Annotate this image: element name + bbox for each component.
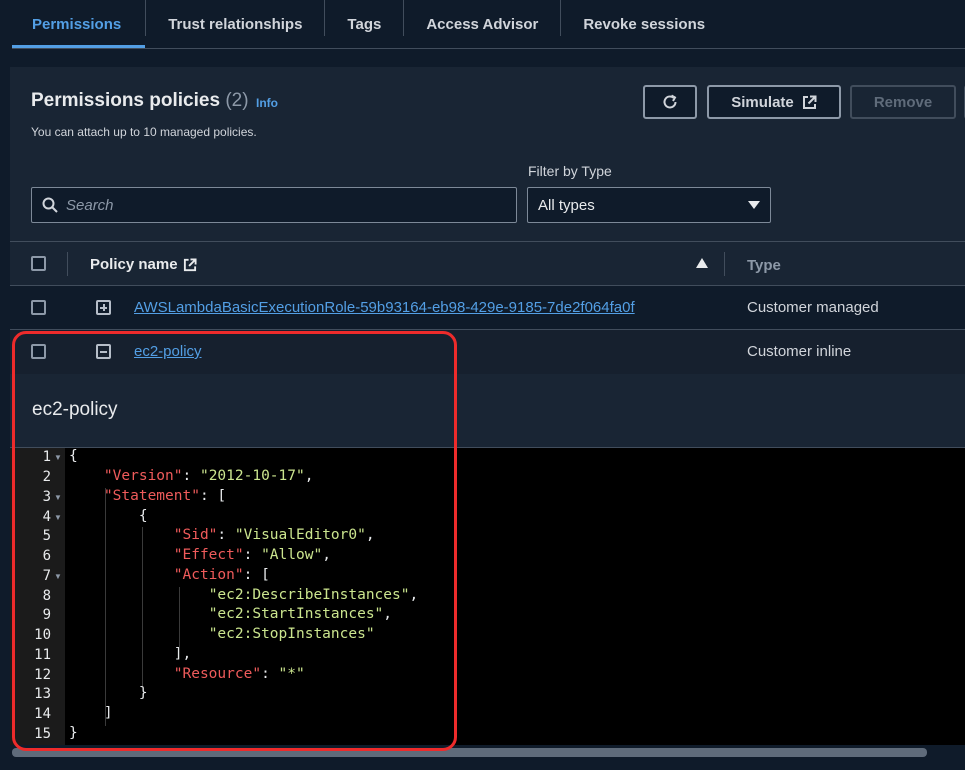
code-line: "Sid": "VisualEditor0", xyxy=(173,527,375,543)
search-input[interactable] xyxy=(66,196,486,214)
type-filter-select[interactable]: All types xyxy=(527,187,771,223)
search-icon xyxy=(42,197,58,213)
fold-caret-icon[interactable]: ▼ xyxy=(54,453,62,462)
line-number: 9 xyxy=(42,607,51,623)
line-number: 11 xyxy=(34,647,51,663)
table-row: AWSLambdaBasicExecutionRole-59b93164-eb9… xyxy=(10,286,965,330)
fold-caret-icon[interactable]: ▼ xyxy=(54,493,62,502)
column-label: Policy name xyxy=(90,256,178,273)
sort-ascending-icon[interactable] xyxy=(696,258,708,268)
code-line: ] xyxy=(69,705,113,721)
type-filter-value: All types xyxy=(538,196,595,214)
line-number: 4 xyxy=(42,509,51,525)
code-line: { xyxy=(69,508,148,524)
policy-name-link[interactable]: AWSLambdaBasicExecutionRole-59b93164-eb9… xyxy=(134,299,635,316)
panel-title-text: Permissions policies xyxy=(31,90,221,111)
line-number: 12 xyxy=(34,667,51,683)
code-line: "Effect": "Allow", xyxy=(173,547,331,563)
tab-label: Tags xyxy=(347,15,382,33)
tab-label: Revoke sessions xyxy=(583,15,706,33)
line-number: 10 xyxy=(34,627,51,643)
line-number: 14 xyxy=(34,706,51,722)
tab-access-advisor[interactable]: Access Advisor xyxy=(404,0,560,48)
policy-count: (2) xyxy=(225,90,249,111)
remove-button[interactable]: Remove xyxy=(850,85,956,119)
row-checkbox[interactable] xyxy=(31,344,46,359)
select-all-checkbox[interactable] xyxy=(31,256,46,271)
line-number-gutter: 1 2 3 4 5 6 7 8 9 10 11 12 13 14 15 ▼ ▼ … xyxy=(10,448,65,746)
policy-name-link[interactable]: ec2-policy xyxy=(134,343,202,360)
line-number: 7 xyxy=(42,568,51,584)
search-box[interactable] xyxy=(31,187,517,223)
table-row: ec2-policy Customer inline xyxy=(10,330,965,374)
tab-label: Access Advisor xyxy=(426,15,539,33)
tab-revoke-sessions[interactable]: Revoke sessions xyxy=(561,0,727,48)
horizontal-scrollbar[interactable] xyxy=(10,745,965,770)
policy-detail: ec2-policy xyxy=(10,374,965,447)
code-line: { xyxy=(69,448,78,464)
code-line: } xyxy=(69,685,148,701)
code-line: "ec2:StopInstances" xyxy=(208,626,375,642)
column-header-type[interactable]: Type xyxy=(747,257,781,274)
code-line: "ec2:DescribeInstances", xyxy=(208,587,419,603)
fold-caret-icon[interactable]: ▼ xyxy=(54,572,62,581)
line-number: 1 xyxy=(42,449,51,465)
policy-detail-title: ec2-policy xyxy=(32,399,118,420)
code-line: "ec2:StartInstances", xyxy=(208,606,393,622)
panel-title: Permissions policies (2) xyxy=(31,90,249,112)
tab-label: Trust relationships xyxy=(168,15,303,33)
tabs-underline xyxy=(12,48,965,49)
panel-description: You can attach up to 10 managed policies… xyxy=(31,125,257,139)
remove-label: Remove xyxy=(873,93,933,111)
code-line: ], xyxy=(69,646,192,662)
external-link-icon xyxy=(183,257,197,271)
code-line: "Version": "2012-10-17", xyxy=(103,468,314,484)
expand-icon[interactable] xyxy=(96,300,111,315)
column-divider xyxy=(67,252,68,276)
permissions-policies-panel: Permissions policies (2) Info You can at… xyxy=(10,67,965,770)
line-number: 13 xyxy=(34,686,51,702)
info-link[interactable]: Info xyxy=(256,96,278,110)
line-number: 2 xyxy=(42,469,51,485)
tab-tags[interactable]: Tags xyxy=(325,0,403,48)
collapse-icon[interactable] xyxy=(96,344,111,359)
refresh-icon xyxy=(663,94,677,109)
line-number: 8 xyxy=(42,588,51,604)
simulate-button[interactable]: Simulate xyxy=(707,85,841,119)
policy-type: Customer inline xyxy=(747,343,852,360)
line-number: 3 xyxy=(42,489,51,505)
line-number: 5 xyxy=(42,528,51,544)
caret-down-icon xyxy=(748,201,760,209)
tab-permissions[interactable]: Permissions xyxy=(0,0,146,48)
code-line: "Resource": "*" xyxy=(173,666,305,682)
refresh-button[interactable] xyxy=(643,85,697,119)
table-header: Policy name Type xyxy=(10,241,965,286)
code-line: } xyxy=(69,725,78,741)
fold-caret-icon[interactable]: ▼ xyxy=(54,513,62,522)
external-link-icon xyxy=(802,95,817,109)
column-divider xyxy=(724,252,725,276)
filter-by-type-label: Filter by Type xyxy=(528,163,612,179)
scrollbar-thumb[interactable] xyxy=(12,748,927,757)
simulate-label: Simulate xyxy=(731,93,794,111)
tab-label: Permissions xyxy=(32,15,122,33)
code-line: "Statement": [ xyxy=(103,488,227,504)
tab-bar: Permissions Trust relationships Tags Acc… xyxy=(0,0,965,48)
row-checkbox[interactable] xyxy=(31,300,46,315)
json-editor[interactable]: 1 2 3 4 5 6 7 8 9 10 11 12 13 14 15 ▼ ▼ … xyxy=(10,447,965,746)
column-header-policy-name[interactable]: Policy name xyxy=(90,256,197,273)
line-number: 6 xyxy=(42,548,51,564)
line-number: 15 xyxy=(34,726,51,742)
code-line: "Action": [ xyxy=(173,567,270,583)
policy-type: Customer managed xyxy=(747,299,879,316)
tab-trust-relationships[interactable]: Trust relationships xyxy=(146,0,324,48)
